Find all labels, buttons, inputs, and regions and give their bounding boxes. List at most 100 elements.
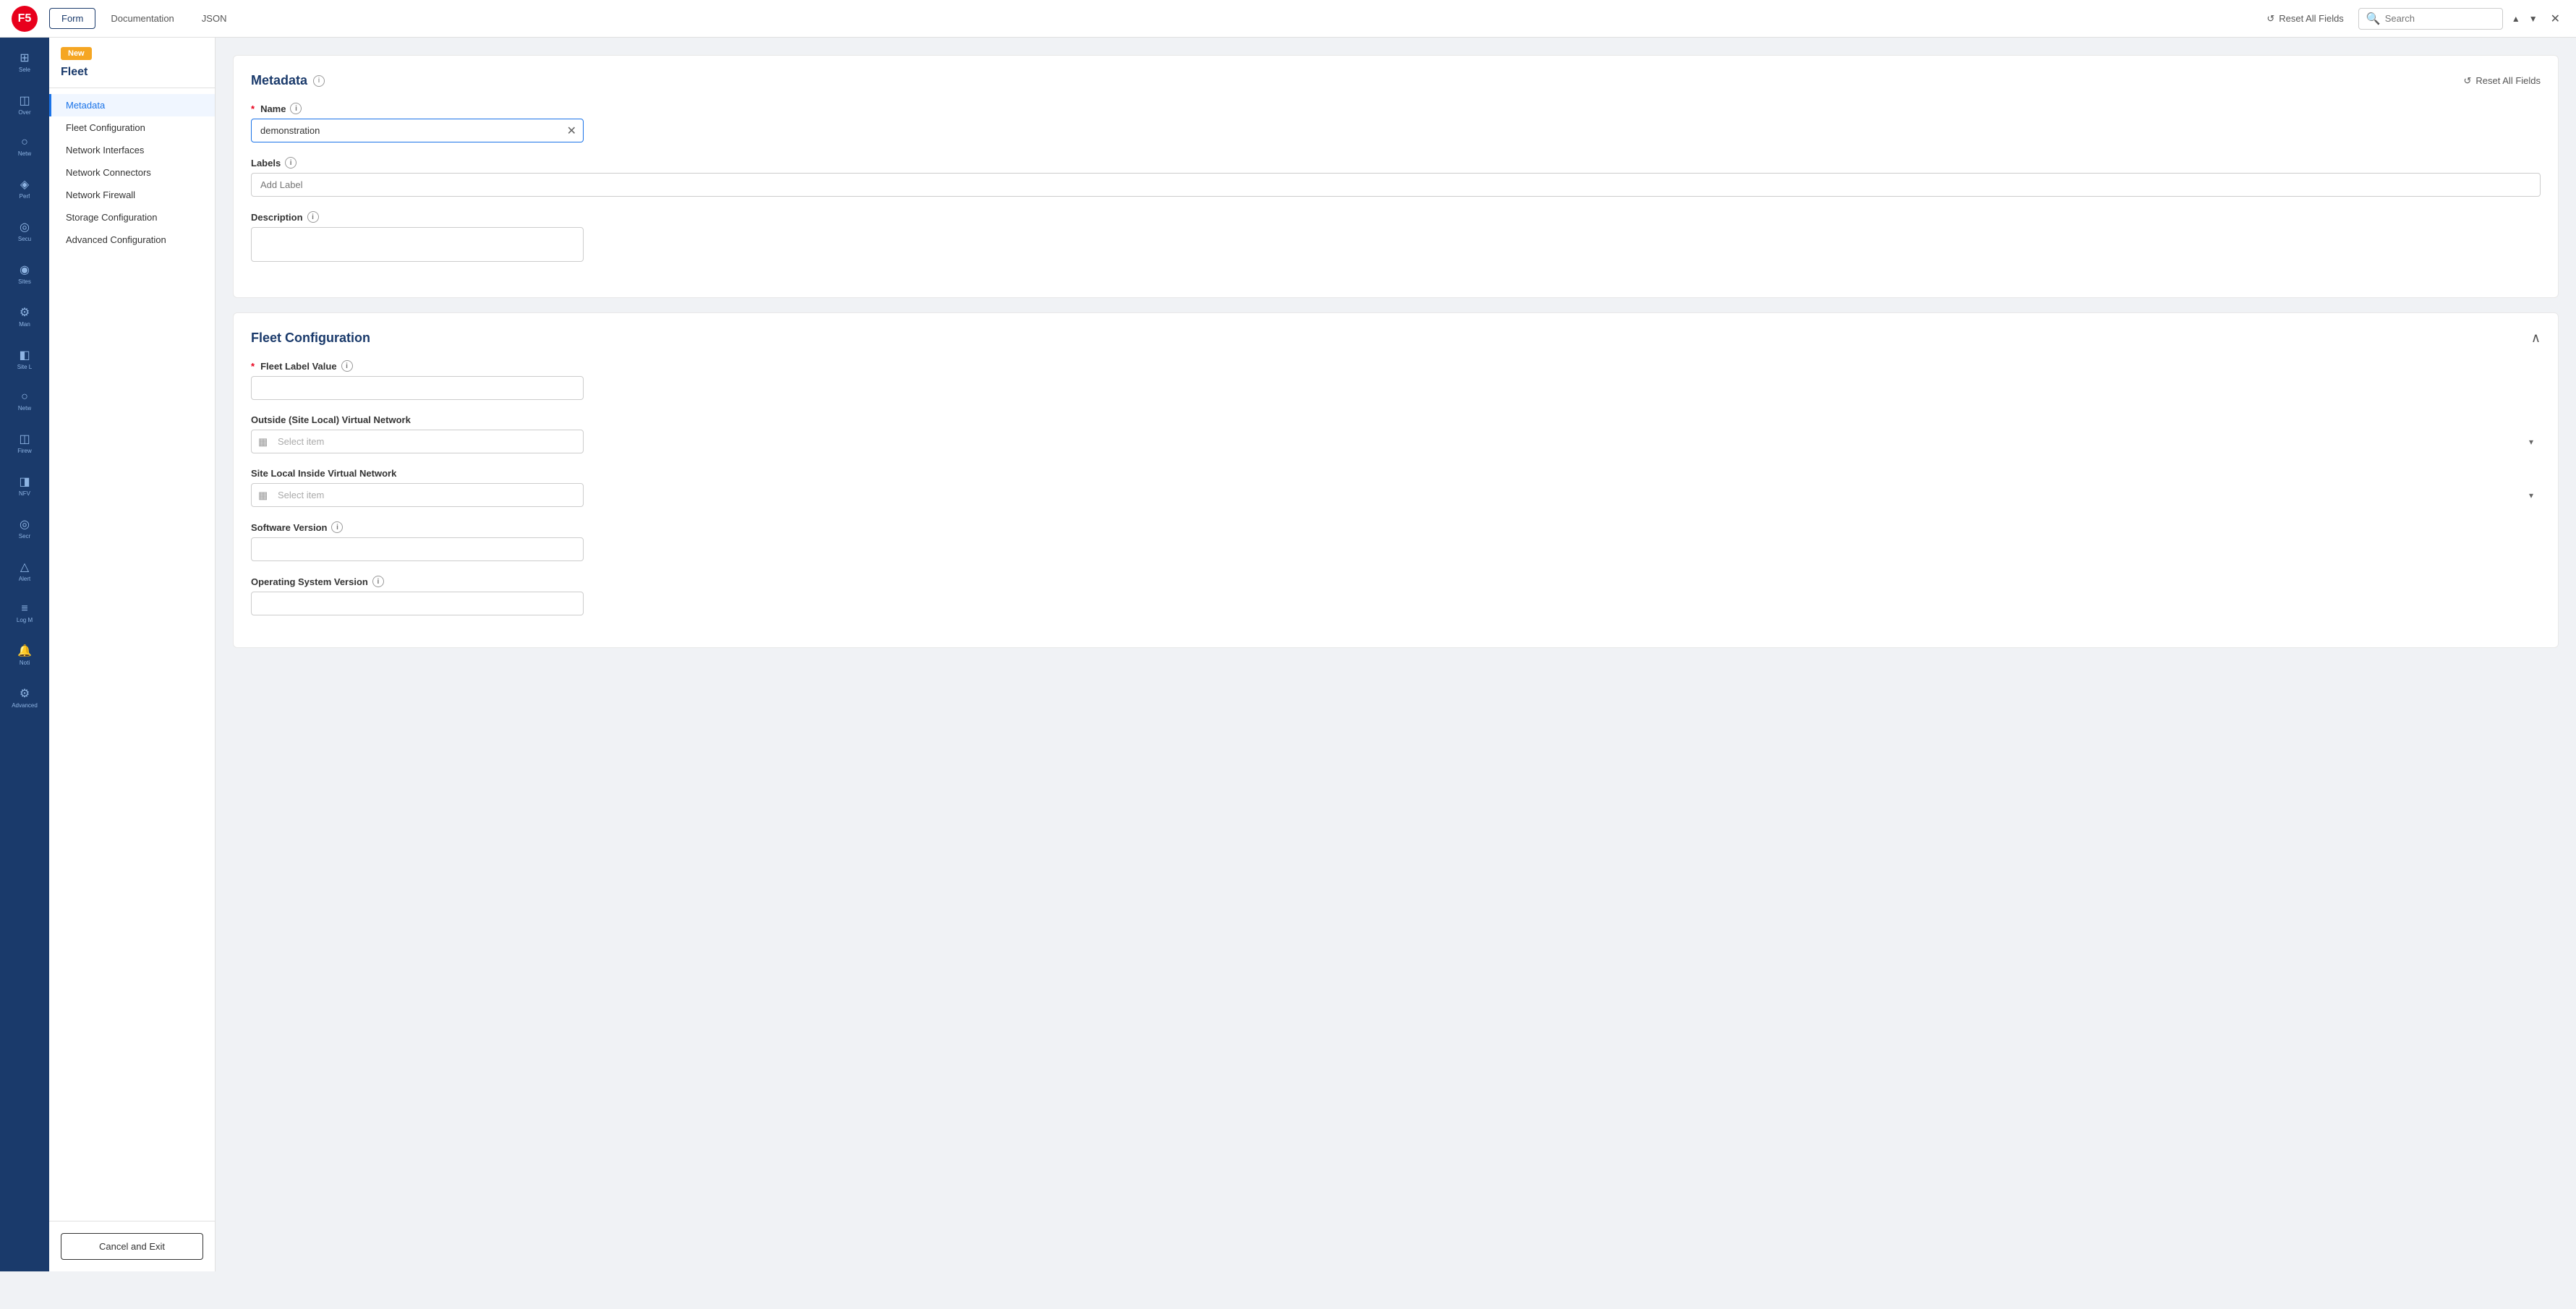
firewall-icon: ◫ <box>19 432 30 446</box>
name-label: * Name i <box>251 103 2541 114</box>
metadata-info-icon[interactable]: i <box>313 75 325 87</box>
sidebar-netw2[interactable]: ○ Netw <box>0 386 49 416</box>
select-icon-inside: ▦ <box>258 489 268 501</box>
name-info-icon[interactable]: i <box>290 103 302 114</box>
fleet-label-info-icon[interactable]: i <box>341 360 353 372</box>
labels-input[interactable] <box>251 173 2541 197</box>
nav-arrows: ▲ ▼ <box>2509 12 2541 25</box>
panel-title: Fleet <box>61 66 203 79</box>
nav-item-storage-configuration[interactable]: Storage Configuration <box>49 206 215 229</box>
advanced-icon: ⚙ <box>20 686 30 701</box>
search-input[interactable] <box>2385 13 2495 24</box>
sidebar-select[interactable]: ⊞ Sele <box>0 46 49 77</box>
sitel-icon: ◧ <box>19 348 30 362</box>
fleet-config-section-header: Fleet Configuration ∧ <box>251 331 2541 346</box>
overview-icon: ◫ <box>19 93 30 108</box>
description-field-group: Description i <box>251 211 2541 265</box>
perf-icon: ◈ <box>20 177 29 192</box>
os-version-input[interactable] <box>251 592 584 615</box>
os-version-group: Operating System Version i <box>251 576 2541 615</box>
nav-list: Metadata Fleet Configuration Network Int… <box>49 88 215 257</box>
new-badge: New <box>61 47 92 60</box>
nav-item-advanced-configuration[interactable]: Advanced Configuration <box>49 229 215 251</box>
software-version-info-icon[interactable]: i <box>331 521 343 533</box>
description-input[interactable] <box>251 227 584 262</box>
reset-all-fields-button[interactable]: ↺ Reset All Fields <box>2258 9 2353 29</box>
metadata-section: Metadata i ↺ Reset All Fields * Name i ✕ <box>233 55 2559 298</box>
os-version-label: Operating System Version i <box>251 576 2541 587</box>
sidebar-overview[interactable]: ◫ Over <box>0 89 49 120</box>
search-icon: 🔍 <box>2366 12 2381 26</box>
os-version-info-icon[interactable]: i <box>372 576 384 587</box>
reset-icon: ↺ <box>2266 13 2274 25</box>
nav-item-network-firewall[interactable]: Network Firewall <box>49 184 215 206</box>
nav-item-fleet-configuration[interactable]: Fleet Configuration <box>49 116 215 139</box>
secrets-icon: ◎ <box>20 517 30 532</box>
nav-item-network-connectors[interactable]: Network Connectors <box>49 161 215 184</box>
bell-icon: 🔔 <box>17 644 32 658</box>
f5-logo: F5 <box>12 6 38 32</box>
collapse-button[interactable]: ∧ <box>2531 331 2541 346</box>
left-sidebar: ⊞ Sele ◫ Over ○ Netw ◈ Perf ◎ Secu ◉ Sit… <box>0 38 49 1271</box>
main-layout: ⊞ Sele ◫ Over ○ Netw ◈ Perf ◎ Secu ◉ Sit… <box>0 38 2576 1271</box>
chevron-down-icon-inside: ▾ <box>2529 490 2533 500</box>
content-area: Metadata i ↺ Reset All Fields * Name i ✕ <box>216 38 2576 1271</box>
netw2-icon: ○ <box>21 391 28 404</box>
sidebar-advanced[interactable]: ⚙ Advanced <box>0 682 49 713</box>
metadata-title: Metadata <box>251 73 307 88</box>
tab-form[interactable]: Form <box>49 8 95 29</box>
sidebar-logs[interactable]: ≡ Log M <box>0 598 49 628</box>
sidebar-sitel[interactable]: ◧ Site L <box>0 344 49 375</box>
metadata-reset-button[interactable]: ↺ Reset All Fields <box>2464 75 2541 87</box>
nfv-icon: ◨ <box>19 474 30 489</box>
name-input-wrapper: ✕ <box>251 119 584 142</box>
top-bar: F5 Form Documentation JSON ↺ Reset All F… <box>0 0 2576 38</box>
reset-icon-metadata: ↺ <box>2464 75 2472 87</box>
sidebar-perf[interactable]: ◈ Perf <box>0 173 49 204</box>
labels-info-icon[interactable]: i <box>285 157 297 169</box>
fleet-label-value-group: * Fleet Label Value i <box>251 360 2541 400</box>
nav-item-network-interfaces[interactable]: Network Interfaces <box>49 139 215 161</box>
software-version-label: Software Version i <box>251 521 2541 533</box>
sidebar-security[interactable]: ◎ Secu <box>0 216 49 247</box>
fleet-config-title: Fleet Configuration <box>251 331 370 346</box>
outside-virtual-network-group: Outside (Site Local) Virtual Network ▦ S… <box>251 414 2541 453</box>
outside-virtual-network-label: Outside (Site Local) Virtual Network <box>251 414 2541 425</box>
select-icon-outside: ▦ <box>258 435 268 448</box>
site-local-inside-wrapper: ▦ Select item ▾ <box>251 483 2541 507</box>
top-tabs: Form Documentation JSON <box>49 8 239 29</box>
site-local-inside-virtual-network-group: Site Local Inside Virtual Network ▦ Sele… <box>251 468 2541 507</box>
sidebar-alerts[interactable]: △ Alert <box>0 555 49 587</box>
sidebar-network[interactable]: ○ Netw <box>0 132 49 161</box>
sidebar-nfv[interactable]: ◨ NFV <box>0 470 49 501</box>
nav-item-metadata[interactable]: Metadata <box>49 94 215 116</box>
search-box: 🔍 <box>2358 8 2503 30</box>
sidebar-firewall[interactable]: ◫ Firew <box>0 427 49 459</box>
tab-documentation[interactable]: Documentation <box>98 8 186 29</box>
cancel-exit-button[interactable]: Cancel and Exit <box>61 1233 203 1260</box>
security-icon: ◎ <box>20 220 30 234</box>
alerts-icon: △ <box>20 560 29 574</box>
close-button[interactable]: ✕ <box>2546 10 2564 27</box>
software-version-group: Software Version i <box>251 521 2541 561</box>
nav-down-arrow[interactable]: ▼ <box>2526 12 2541 25</box>
panel-footer: Cancel and Exit <box>49 1221 215 1271</box>
nav-up-arrow[interactable]: ▲ <box>2509 12 2523 25</box>
outside-virtual-network-select[interactable]: Select item <box>251 430 584 453</box>
sidebar-secrets[interactable]: ◎ Secr <box>0 513 49 544</box>
panel-sidebar: New Fleet Metadata Fleet Configuration N… <box>49 38 216 1271</box>
tab-json[interactable]: JSON <box>189 8 239 29</box>
sidebar-sites[interactable]: ◉ Sites <box>0 258 49 289</box>
fleet-label-value-input[interactable] <box>251 376 584 400</box>
site-local-inside-select[interactable]: Select item <box>251 483 584 507</box>
description-info-icon[interactable]: i <box>307 211 319 223</box>
sidebar-manage[interactable]: ⚙ Man <box>0 301 49 332</box>
name-clear-button[interactable]: ✕ <box>567 124 576 138</box>
name-input[interactable] <box>251 119 584 142</box>
software-version-input[interactable] <box>251 537 584 561</box>
metadata-section-header: Metadata i ↺ Reset All Fields <box>251 73 2541 88</box>
site-local-inside-label: Site Local Inside Virtual Network <box>251 468 2541 479</box>
description-label: Description i <box>251 211 2541 223</box>
logs-icon: ≡ <box>21 602 27 615</box>
sidebar-notifications[interactable]: 🔔 Noti <box>0 639 49 670</box>
